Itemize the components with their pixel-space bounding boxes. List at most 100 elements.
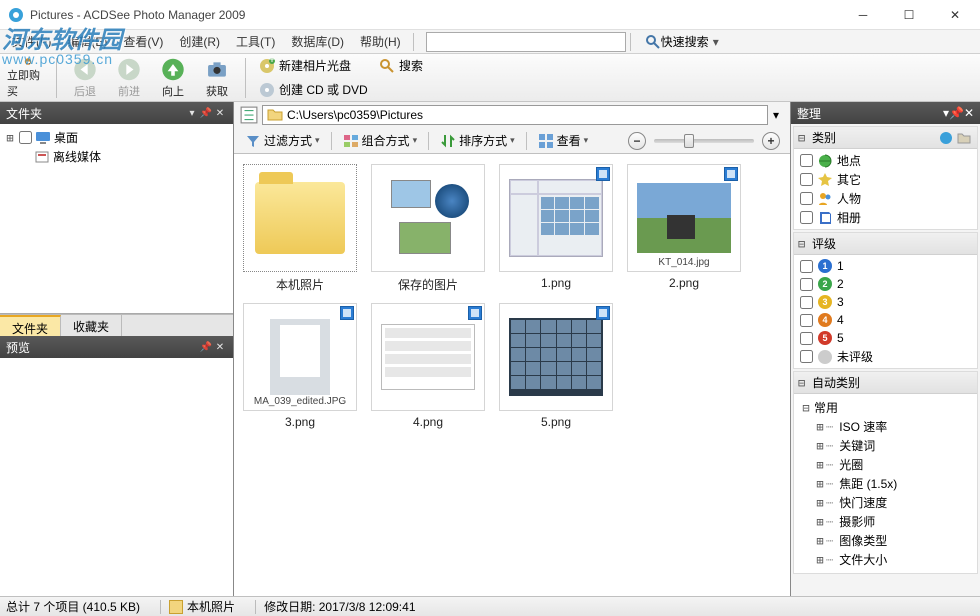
thumb-box[interactable]: KT_014.jpg xyxy=(627,164,741,272)
globe-icon[interactable] xyxy=(937,130,955,146)
panel-close-icon[interactable]: ✕ xyxy=(213,108,227,119)
expand-icon[interactable]: ⊞ xyxy=(814,515,826,529)
thumb-item[interactable]: 本机照片 xyxy=(242,164,358,293)
tree-node-offline[interactable]: 离线媒体 xyxy=(4,147,229,166)
category-checkbox[interactable] xyxy=(800,211,813,224)
menu-search-input[interactable] xyxy=(426,32,626,52)
minimize-button[interactable]: ─ xyxy=(840,1,886,29)
expand-icon[interactable]: ⊞ xyxy=(814,534,826,548)
rating-checkbox[interactable] xyxy=(800,278,813,291)
category-item-people[interactable]: 人物 xyxy=(794,189,977,208)
auto-node-iso[interactable]: ⊞┈ISO 速率 xyxy=(814,417,977,436)
back-button[interactable]: 后退 xyxy=(63,56,107,100)
view-button[interactable]: 查看 ▾ xyxy=(533,129,594,152)
menu-create[interactable]: 创建(R) xyxy=(171,30,228,53)
category-section-header[interactable]: ⊟ 类别 xyxy=(794,127,977,149)
new-disc-button[interactable]: + 新建相片光盘 xyxy=(252,55,358,77)
create-cd-button[interactable]: 创建 CD 或 DVD xyxy=(252,79,430,101)
tab-folders[interactable]: 文件夹 xyxy=(0,315,61,336)
rating-checkbox[interactable] xyxy=(800,260,813,273)
zoom-slider[interactable] xyxy=(654,139,754,143)
thumb-box[interactable] xyxy=(371,164,485,272)
collapse-icon[interactable]: ⊟ xyxy=(800,401,812,415)
expand-icon[interactable]: ⊞ xyxy=(814,439,826,453)
auto-node-common[interactable]: ⊟常用 xyxy=(800,398,977,417)
thumb-item[interactable]: 保存的图片 xyxy=(370,164,486,293)
tree-checkbox[interactable] xyxy=(19,131,32,144)
rating-section-header[interactable]: ⊟ 评级 xyxy=(794,233,977,255)
filter-button[interactable]: 过滤方式 ▾ xyxy=(240,129,325,152)
thumb-item[interactable]: 5.png xyxy=(498,303,614,429)
rating-item-unrated[interactable]: 未评级 xyxy=(794,347,977,366)
category-item-album[interactable]: 相册 xyxy=(794,208,977,227)
expand-icon[interactable]: ⊞ xyxy=(814,553,826,567)
address-dropdown-icon[interactable]: ▾ xyxy=(768,108,784,122)
auto-node-aperture[interactable]: ⊞┈光圈 xyxy=(814,455,977,474)
thumbnail-grid[interactable]: 本机照片 保存的图片 1.png xyxy=(234,154,790,596)
panel-menu-icon[interactable]: ▾ xyxy=(185,108,199,119)
group-button[interactable]: 组合方式 ▾ xyxy=(338,129,423,152)
category-checkbox[interactable] xyxy=(800,154,813,167)
menu-file[interactable]: 文件(F) xyxy=(4,30,59,53)
thumb-item[interactable]: 4.png xyxy=(370,303,486,429)
thumb-box[interactable] xyxy=(499,164,613,272)
auto-node-focal[interactable]: ⊞┈焦距 (1.5x) xyxy=(814,474,977,493)
menu-database[interactable]: 数据库(D) xyxy=(283,30,352,53)
folder-tree[interactable]: ⊞ 桌面 离线媒体 xyxy=(0,124,233,314)
menu-edit[interactable]: 编辑(E) xyxy=(59,30,115,53)
rating-item-2[interactable]: 22 xyxy=(794,275,977,293)
rating-item-1[interactable]: 11 xyxy=(794,257,977,275)
get-button[interactable]: 获取 xyxy=(195,56,239,100)
sort-button[interactable]: 排序方式 ▾ xyxy=(435,129,520,152)
buy-button[interactable]: 立即购买 xyxy=(6,56,50,100)
rating-item-4[interactable]: 44 xyxy=(794,311,977,329)
folder-new-icon[interactable] xyxy=(955,130,973,146)
rating-checkbox[interactable] xyxy=(800,350,813,363)
panel-pin-icon[interactable]: 📌 xyxy=(199,342,213,353)
tab-favorites[interactable]: 收藏夹 xyxy=(61,315,122,336)
thumb-box[interactable] xyxy=(499,303,613,411)
history-icon[interactable] xyxy=(240,106,258,124)
address-field[interactable]: C:\Users\pc0359\Pictures xyxy=(262,105,768,125)
menu-view[interactable]: 查看(V) xyxy=(115,30,171,53)
thumb-box[interactable] xyxy=(243,164,357,272)
panel-close-icon[interactable]: ✕ xyxy=(964,106,974,120)
collapse-icon[interactable]: ⊟ xyxy=(798,376,810,390)
collapse-icon[interactable]: ⊟ xyxy=(798,131,810,145)
rating-checkbox[interactable] xyxy=(800,314,813,327)
thumb-item[interactable]: KT_014.jpg 2.png xyxy=(626,164,742,293)
expand-icon[interactable]: ⊞ xyxy=(814,477,826,491)
category-checkbox[interactable] xyxy=(800,192,813,205)
menu-tools[interactable]: 工具(T) xyxy=(228,30,283,53)
panel-close-icon[interactable]: ✕ xyxy=(213,342,227,353)
thumb-item[interactable]: 1.png xyxy=(498,164,614,293)
thumb-item[interactable]: MA_039_edited.JPG 3.png xyxy=(242,303,358,429)
collapse-icon[interactable]: ⊟ xyxy=(798,237,810,251)
auto-node-photographer[interactable]: ⊞┈摄影师 xyxy=(814,512,977,531)
auto-node-keywords[interactable]: ⊞┈关键词 xyxy=(814,436,977,455)
tree-node-desktop[interactable]: ⊞ 桌面 xyxy=(4,128,229,147)
category-checkbox[interactable] xyxy=(800,173,813,186)
auto-category-header[interactable]: ⊟ 自动类别 xyxy=(794,372,977,394)
up-button[interactable]: 向上 xyxy=(151,56,195,100)
panel-pin-icon[interactable]: 📌 xyxy=(949,106,964,120)
rating-checkbox[interactable] xyxy=(800,332,813,345)
zoom-slider-thumb[interactable] xyxy=(684,134,694,148)
zoom-out-button[interactable]: − xyxy=(628,132,646,150)
close-button[interactable]: ✕ xyxy=(932,1,978,29)
menu-help[interactable]: 帮助(H) xyxy=(352,30,409,53)
expand-icon[interactable]: ⊞ xyxy=(814,458,826,472)
category-item-other[interactable]: 其它 xyxy=(794,170,977,189)
quicksearch-button[interactable]: 快速搜索 ▾ xyxy=(645,33,719,50)
expand-icon[interactable]: ⊞ xyxy=(814,420,826,434)
forward-button[interactable]: 前进 xyxy=(107,56,151,100)
auto-node-imgtype[interactable]: ⊞┈图像类型 xyxy=(814,531,977,550)
rating-checkbox[interactable] xyxy=(800,296,813,309)
auto-node-filesize[interactable]: ⊞┈文件大小 xyxy=(814,550,977,569)
rating-item-3[interactable]: 33 xyxy=(794,293,977,311)
thumb-box[interactable]: MA_039_edited.JPG xyxy=(243,303,357,411)
thumb-box[interactable] xyxy=(371,303,485,411)
category-item-place[interactable]: 地点 xyxy=(794,151,977,170)
search-button[interactable]: 搜索 xyxy=(372,55,430,77)
expand-icon[interactable]: ⊞ xyxy=(4,131,16,145)
